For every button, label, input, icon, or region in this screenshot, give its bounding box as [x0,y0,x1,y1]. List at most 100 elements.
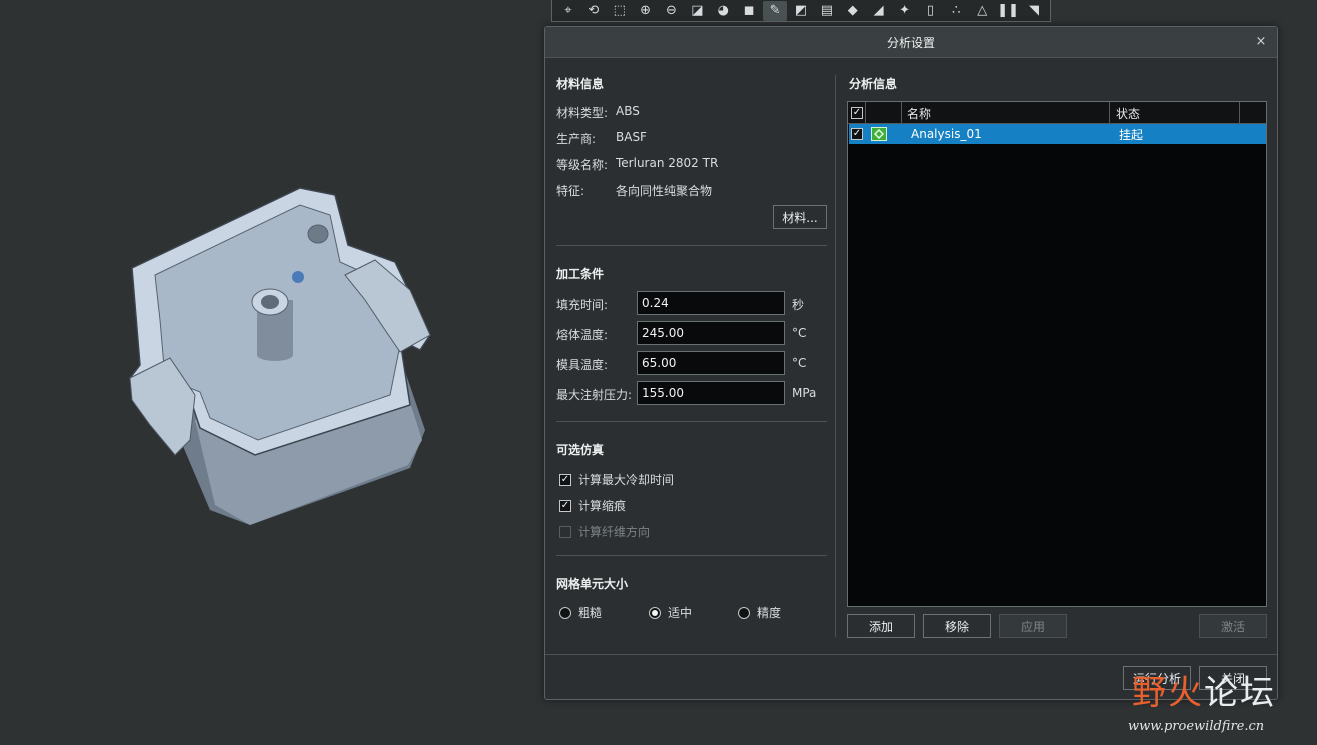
analysis-status: 挂起 [1119,127,1144,142]
zoom-window-icon[interactable]: ⬚ [608,1,632,21]
analysis-type-icon [871,127,887,141]
spin-center-icon[interactable]: ∴ [944,1,968,21]
table-row[interactable]: ✓ Analysis_01 挂起 [849,124,1266,144]
divider [556,421,827,422]
mesh-radio[interactable] [559,606,571,619]
option-label: 计算最大冷却时间 [578,473,675,487]
fill-time-label: 填充时间: [556,298,609,312]
option-label: 计算纤维方向 [578,525,651,539]
shading-icon[interactable]: ◼ [737,1,761,21]
analysis-section-title: 分析信息 [849,77,898,91]
saved-views-icon[interactable]: ◩ [789,1,813,21]
column-header-status[interactable]: 状态 [1116,102,1140,124]
divider [556,245,827,246]
divider [1109,102,1110,124]
feature-label: 特征: [556,184,585,198]
analysis-status-icon [871,124,887,144]
option-checkbox-row[interactable]: ✓ 计算缩痕 [559,497,626,514]
part-model[interactable] [0,0,545,745]
mold-temp-label: 模具温度: [556,358,609,372]
manufacturer-label: 生产商: [556,132,597,146]
grade-value: Terluran 2802 TR [616,156,719,170]
option-label: 计算缩痕 [578,499,627,513]
annotation-icon[interactable]: ✦ [893,1,917,21]
radio-dot [652,609,658,616]
option-checkbox-row[interactable]: ✓ 计算最大冷却时间 [559,471,674,488]
fill-time-input[interactable] [637,291,785,315]
mesh-radio-row[interactable]: 精度 [738,604,781,621]
max-pressure-input[interactable] [637,381,785,405]
forum-watermark: 野火论坛 www.proewildfire.cn [1128,663,1313,743]
mesh-radio-row[interactable]: 适中 [649,604,692,621]
process-section-title: 加工条件 [556,267,605,281]
model-boss-hole [261,295,279,309]
mesh-radio[interactable] [649,606,661,619]
row-checkbox[interactable]: ✓ [851,128,863,140]
perspective-icon[interactable]: ◆ [841,1,865,21]
analysis-table: ✓ 名称 状态 ✓ Analysis_01 挂起 [847,101,1267,607]
header-select-all[interactable]: ✓ [851,102,865,124]
zoom-out-icon[interactable]: ⊖ [660,1,684,21]
max-pressure-unit: MPa [792,386,817,400]
divider [1239,102,1240,124]
material-button[interactable]: 材料... [773,205,827,229]
row-checkbox-cell[interactable]: ✓ [851,124,863,144]
mesh-option-label: 适中 [668,606,693,620]
divider [901,102,902,124]
footer-divider [545,654,1277,655]
melt-temp-label: 熔体温度: [556,328,609,342]
select-all-checkbox[interactable]: ✓ [851,107,863,119]
optional-section-title: 可选仿真 [556,443,605,457]
divider [556,555,827,556]
mesh-option-label: 粗糙 [578,606,603,620]
exit-icon[interactable]: ◥ [1022,1,1046,21]
zoom-in-icon[interactable]: ⊕ [634,1,658,21]
max-pressure-label: 最大注射压力: [556,388,633,402]
view-manager-icon[interactable]: ✎ [763,0,788,21]
activate-button[interactable]: 激活 [1199,614,1267,638]
column-divider [835,75,836,637]
melt-temp-input[interactable] [637,321,785,345]
remove-button[interactable]: 移除 [923,614,991,638]
section-icon[interactable]: ◢ [867,1,891,21]
refit-icon[interactable]: ◪ [685,1,709,21]
option-checkbox-row: 计算纤维方向 [559,523,650,540]
option-checkbox [559,525,571,538]
spin-center-icon[interactable]: ⟲ [582,1,606,21]
mesh-option-label: 精度 [757,606,782,620]
manufacturer-value: BASF [616,130,647,144]
analysis-name: Analysis_01 [911,127,982,141]
option-checkbox[interactable]: ✓ [559,499,571,512]
material-type-label: 材料类型: [556,106,609,120]
model-boss-bottom [257,349,293,361]
feature-value: 各向同性纯聚合物 [616,184,713,198]
table-header: ✓ 名称 状态 [848,102,1266,124]
fill-time-unit: 秒 [792,298,805,312]
appearance-icon[interactable]: ◕ [711,1,735,21]
mold-temp-input[interactable] [637,351,785,375]
watermark-brand-part2: 论坛 [1204,673,1276,713]
material-section-title: 材料信息 [556,77,605,91]
watermark-url: www.proewildfire.cn [1128,719,1265,734]
watermark-brand-part1: 野火 [1132,673,1204,713]
material-type-value: ABS [616,104,640,118]
mesh-section-title: 网格单元大小 [556,577,629,591]
grade-label: 等级名称: [556,158,609,172]
display-style-icon[interactable]: ▤ [815,1,839,21]
column-header-name[interactable]: 名称 [907,102,931,124]
sketch-icon[interactable]: △ [970,1,994,21]
add-button[interactable]: 添加 [847,614,915,638]
dialog-title: 分析设置 [886,35,935,50]
mesh-radio[interactable] [738,606,750,619]
mesh-radio-row[interactable]: 粗糙 [559,604,602,621]
close-icon[interactable]: × [1253,33,1269,51]
view-toolbar: ⌖ ⟲ ⬚ ⊕ ⊖ ◪ ◕ ◼ ✎ ◩ ▤ ◆ ◢ ✦ ▯ ∴ △ ❚❚ ◥ [551,0,1051,22]
apply-button[interactable]: 应用 [999,614,1067,638]
injection-point-marker[interactable] [292,271,304,283]
option-checkbox[interactable]: ✓ [559,473,571,486]
datum-icon[interactable]: ▯ [918,1,942,21]
melt-temp-unit: °C [792,326,807,340]
pause-icon[interactable]: ❚❚ [996,1,1020,21]
dialog-titlebar[interactable]: 分析设置 [545,27,1277,58]
camera-icon[interactable]: ⌖ [556,1,580,21]
